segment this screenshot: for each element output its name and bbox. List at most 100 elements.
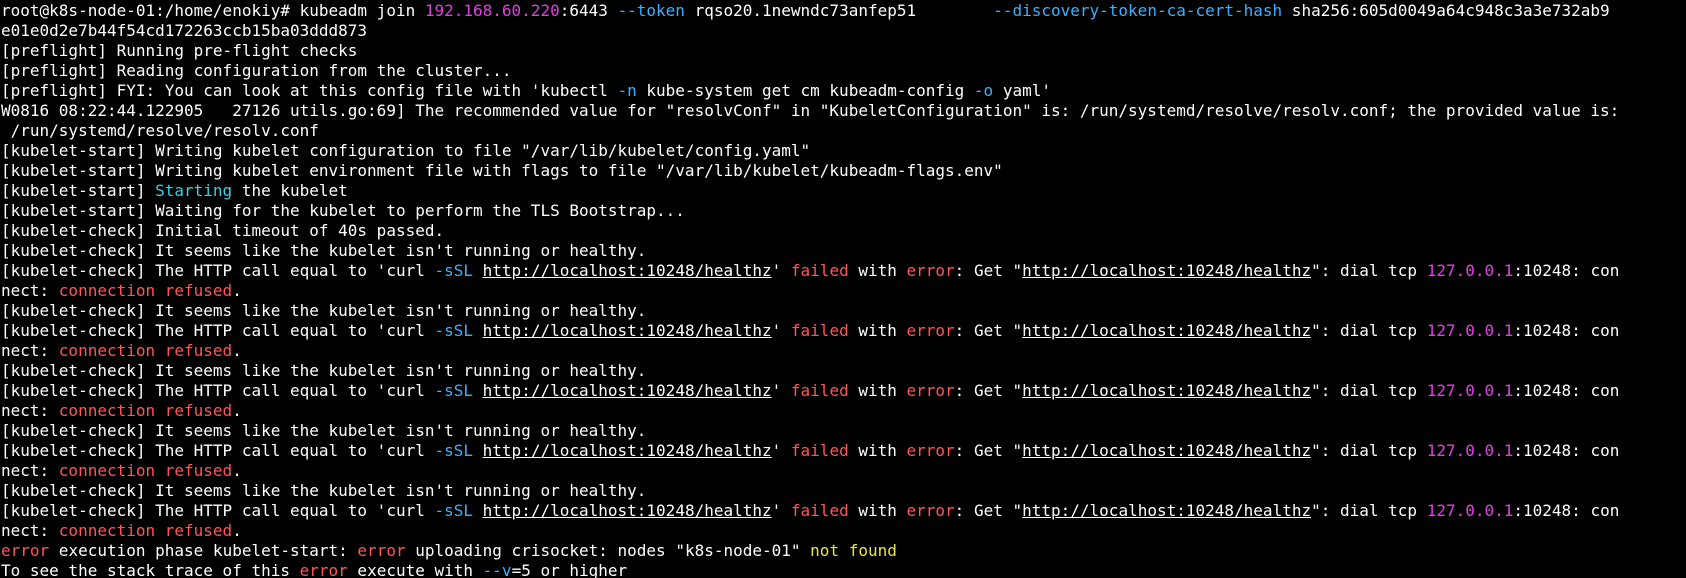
terminal-link[interactable]: http://localhost:10248/healthz [483, 441, 772, 460]
terminal-text: [preflight] Running pre-flight checks [1, 41, 358, 60]
terminal-link[interactable]: http://localhost:10248/healthz [1022, 321, 1311, 340]
terminal-line: root@k8s-node-01:/home/enokiy# kubeadm j… [1, 1, 1686, 21]
terminal-text: : Get " [954, 261, 1023, 280]
terminal-text: failed [790, 441, 849, 460]
terminal-text: -n [617, 81, 637, 100]
terminal-text: 127.0.0.1 [1426, 261, 1514, 280]
terminal-text: connection refused [58, 281, 233, 300]
terminal-text: yaml' [993, 81, 1051, 100]
terminal-line: /run/systemd/resolve/resolv.conf [1, 121, 1686, 141]
terminal-text: ": dial tcp [1311, 261, 1427, 280]
terminal-text: with [848, 381, 907, 400]
terminal-line: nect: connection refused. [1, 461, 1686, 481]
terminal-text: [kubelet-start] Waiting for the kubelet … [1, 201, 685, 220]
terminal-text: [kubelet-check] It seems like the kubele… [1, 481, 647, 500]
terminal-text: /run/systemd/resolve/resolv.conf [1, 121, 319, 140]
terminal-text: [kubelet-start] Writing kubelet environm… [1, 161, 1003, 180]
terminal-text: 192.168.60.220 [424, 1, 560, 20]
terminal-text: . [232, 521, 242, 540]
terminal-text: connection refused [58, 341, 233, 360]
terminal-line: [kubelet-check] The HTTP call equal to '… [1, 381, 1686, 401]
terminal-text: 127.0.0.1 [1426, 501, 1514, 520]
terminal-text: 127.0.0.1 [1426, 381, 1514, 400]
terminal-text: To see the stack trace of this [1, 561, 300, 578]
terminal-text: with [848, 441, 907, 460]
terminal-text: nect: [1, 461, 59, 480]
terminal-text: . [232, 461, 242, 480]
terminal-text: [preflight] FYI: You can look at this co… [1, 81, 618, 100]
terminal-text: :10248: con [1513, 261, 1620, 280]
terminal-text: with [848, 321, 907, 340]
terminal-text: [kubelet-check] It seems like the kubele… [1, 361, 647, 380]
terminal-text: ": dial tcp [1311, 321, 1427, 340]
terminal-text: kube-system get cm kubeadm-config [636, 81, 974, 100]
terminal-line: e01e0d2e7b44f54cd172263ccb15ba03ddd873 [1, 21, 1686, 41]
terminal-text: root@k8s-node-01:/home/enokiy# kubeadm j… [1, 1, 425, 20]
terminal-text: [kubelet-check] The HTTP call equal to '… [1, 321, 435, 340]
terminal-line: [kubelet-start] Starting the kubelet [1, 181, 1686, 201]
terminal-text: : Get " [954, 441, 1023, 460]
terminal-text: 127.0.0.1 [1426, 441, 1514, 460]
terminal-text: : Get " [954, 501, 1023, 520]
terminal-text: [kubelet-check] The HTTP call equal to '… [1, 261, 435, 280]
terminal-text: :6443 [559, 1, 618, 20]
terminal-link[interactable]: http://localhost:10248/healthz [483, 261, 772, 280]
terminal-text: connection refused [58, 401, 233, 420]
terminal-text: [kubelet-start] Writing kubelet configur… [1, 141, 811, 160]
terminal-text: . [232, 401, 242, 420]
terminal-text: --v [482, 561, 512, 578]
terminal-link[interactable]: http://localhost:10248/healthz [1022, 501, 1311, 520]
terminal-window[interactable]: root@k8s-node-01:/home/enokiy# kubeadm j… [0, 0, 1686, 578]
terminal-text: [kubelet-start] [1, 181, 156, 200]
terminal-line: [kubelet-start] Writing kubelet configur… [1, 141, 1686, 161]
terminal-link[interactable]: http://localhost:10248/healthz [1022, 381, 1311, 400]
terminal-line: [preflight] Reading configuration from t… [1, 61, 1686, 81]
terminal-text: :10248: con [1513, 501, 1620, 520]
terminal-link[interactable]: http://localhost:10248/healthz [483, 381, 772, 400]
terminal-text: with [848, 261, 907, 280]
terminal-text: error [299, 561, 348, 578]
terminal-line: [kubelet-check] It seems like the kubele… [1, 421, 1686, 441]
terminal-line: [kubelet-check] It seems like the kubele… [1, 301, 1686, 321]
terminal-text: [kubelet-check] The HTTP call equal to '… [1, 501, 435, 520]
terminal-text: 127.0.0.1 [1426, 321, 1514, 340]
terminal-text: with [848, 501, 907, 520]
terminal-text: ' [771, 381, 791, 400]
terminal-text: Starting [155, 181, 233, 200]
terminal-text: nect: [1, 401, 59, 420]
terminal-text: nect: [1, 281, 59, 300]
terminal-text: : Get " [954, 321, 1023, 340]
terminal-link[interactable]: http://localhost:10248/healthz [1022, 261, 1311, 280]
terminal-text: uploading crisocket: nodes "k8s-node-01" [405, 541, 811, 560]
terminal-text: :10248: con [1513, 321, 1620, 340]
terminal-text: ": dial tcp [1311, 381, 1427, 400]
terminal-text: . [232, 341, 242, 360]
terminal-text: ' [771, 441, 791, 460]
terminal-text: ' [771, 321, 791, 340]
terminal-text: execute with [347, 561, 483, 578]
terminal-line: nect: connection refused. [1, 521, 1686, 541]
terminal-text: nect: [1, 521, 59, 540]
terminal-text: failed [790, 321, 849, 340]
terminal-text: failed [790, 501, 849, 520]
terminal-line: [kubelet-check] It seems like the kubele… [1, 361, 1686, 381]
terminal-text: sha256:605d0049a64c948c3a3e732ab9 [1282, 1, 1610, 20]
terminal-text: rqso20.1newndc73anfep51 [684, 1, 994, 20]
terminal-text: error [906, 441, 955, 460]
terminal-link[interactable]: http://localhost:10248/healthz [483, 321, 772, 340]
terminal-link[interactable]: http://localhost:10248/healthz [1022, 441, 1311, 460]
terminal-line: [kubelet-check] The HTTP call equal to '… [1, 321, 1686, 341]
terminal-link[interactable]: http://localhost:10248/healthz [483, 501, 772, 520]
terminal-text: =5 or higher [511, 561, 628, 578]
terminal-text: error [906, 381, 955, 400]
terminal-line: [kubelet-check] Initial timeout of 40s p… [1, 221, 1686, 241]
terminal-line: error execution phase kubelet-start: err… [1, 541, 1686, 561]
terminal-text: : Get " [954, 381, 1023, 400]
terminal-line: [kubelet-start] Waiting for the kubelet … [1, 201, 1686, 221]
terminal-text: -sSL [434, 501, 474, 520]
terminal-text: . [232, 281, 242, 300]
terminal-text: execution phase kubelet-start: [49, 541, 358, 560]
